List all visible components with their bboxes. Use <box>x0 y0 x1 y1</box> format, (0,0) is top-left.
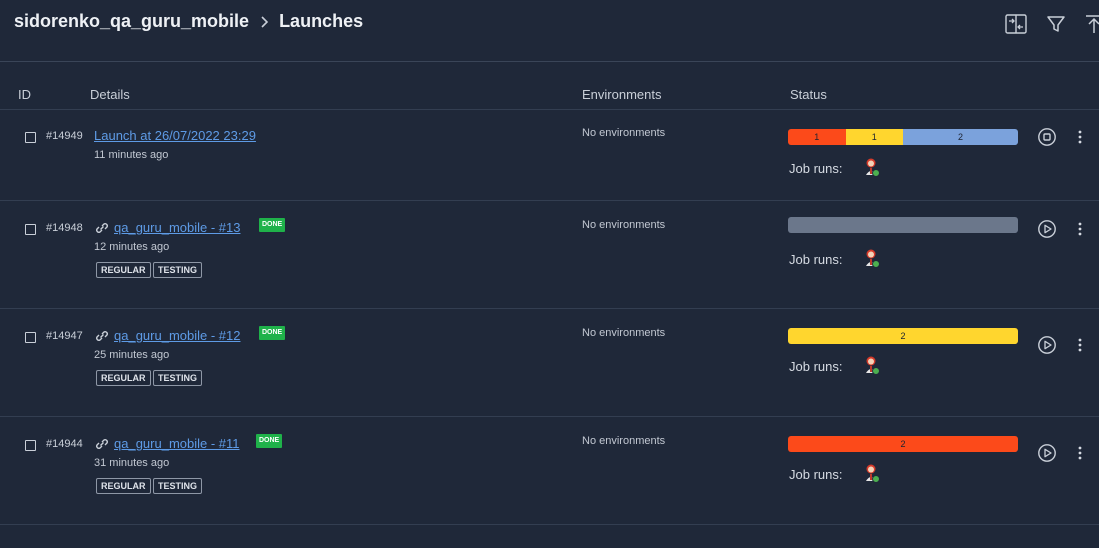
job-runs-label: Job runs: <box>789 359 843 374</box>
status-bar-segment: 2 <box>788 328 1018 344</box>
column-header-status[interactable]: Status <box>790 87 827 102</box>
launch-id: #14947 <box>46 330 83 342</box>
status-bar-segment: 2 <box>903 129 1018 145</box>
launch-name-link[interactable]: Launch at 26/07/2022 23:29 <box>94 128 256 143</box>
launch-tag[interactable]: TESTING <box>153 262 203 278</box>
row-checkbox[interactable] <box>25 224 36 235</box>
top-bar: sidorenko_qa_guru_mobile Launches <box>0 0 1099 62</box>
table-header: ID Details Environments Status <box>0 78 1099 110</box>
status-badge-done: DONE <box>259 218 286 232</box>
stop-button[interactable] <box>1037 127 1057 147</box>
launch-id: #14949 <box>46 130 83 142</box>
status-badge-done: DONE <box>259 326 286 340</box>
link-icon <box>96 331 108 341</box>
status-bar[interactable]: 2 <box>788 436 1018 452</box>
launch-row: #14944 qa_guru_mobile - #11 DONE 31 minutes… <box>0 417 1099 525</box>
launch-row: #14948 qa_guru_mobile - #13 DONE 12 minutes… <box>0 201 1099 309</box>
job-run-avatar-icon[interactable] <box>862 156 882 178</box>
breadcrumb-project[interactable]: sidorenko_qa_guru_mobile <box>14 11 249 32</box>
launch-time-ago: 11 minutes ago <box>94 149 169 161</box>
launch-tag[interactable]: REGULAR <box>96 370 151 386</box>
status-badge-done: DONE <box>256 434 283 448</box>
job-runs-label: Job runs: <box>789 161 843 176</box>
launch-time-ago: 31 minutes ago <box>94 457 170 469</box>
rerun-button[interactable] <box>1037 219 1057 239</box>
breadcrumb: sidorenko_qa_guru_mobile Launches <box>14 11 363 32</box>
environments-value: No environments <box>582 127 666 139</box>
status-bar-segment: 1 <box>845 129 903 145</box>
launch-tag[interactable]: TESTING <box>153 370 203 386</box>
launch-id: #14944 <box>46 438 83 450</box>
status-bar-segment: 1 <box>788 129 846 145</box>
more-options-icon[interactable] <box>1077 221 1083 237</box>
status-bar[interactable] <box>788 217 1018 233</box>
more-options-icon[interactable] <box>1077 337 1083 353</box>
job-runs-label: Job runs: <box>789 252 843 267</box>
environments-value: No environments <box>582 219 666 231</box>
launch-tag[interactable]: REGULAR <box>96 478 151 494</box>
row-checkbox[interactable] <box>25 332 36 343</box>
launch-time-ago: 12 minutes ago <box>94 241 170 253</box>
launch-id: #14948 <box>46 222 83 234</box>
link-icon <box>96 439 108 449</box>
launch-row: #14949 Launch at 26/07/2022 23:29 11 minut… <box>0 110 1099 201</box>
more-options-icon[interactable] <box>1077 129 1083 145</box>
chevron-right-icon <box>261 15 269 28</box>
launch-time-ago: 25 minutes ago <box>94 349 170 361</box>
status-bar[interactable]: 2 <box>788 328 1018 344</box>
launch-tag[interactable]: REGULAR <box>96 262 151 278</box>
link-icon <box>96 223 108 233</box>
column-header-environments[interactable]: Environments <box>582 87 661 102</box>
status-bar-segment <box>788 217 1018 233</box>
row-checkbox[interactable] <box>25 132 36 143</box>
environments-value: No environments <box>582 327 666 339</box>
more-options-icon[interactable] <box>1077 445 1083 461</box>
job-run-avatar-icon[interactable] <box>862 354 882 376</box>
environments-value: No environments <box>582 435 666 447</box>
row-checkbox[interactable] <box>25 440 36 451</box>
launch-name-link[interactable]: qa_guru_mobile - #12 <box>114 328 240 343</box>
job-runs-label: Job runs: <box>789 467 843 482</box>
rerun-button[interactable] <box>1037 335 1057 355</box>
upload-icon[interactable] <box>1082 12 1099 36</box>
rerun-button[interactable] <box>1037 443 1057 463</box>
job-run-avatar-icon[interactable] <box>862 247 882 269</box>
page-title: Launches <box>279 11 364 31</box>
column-header-details[interactable]: Details <box>90 87 130 102</box>
launch-tag[interactable]: TESTING <box>153 478 203 494</box>
filter-icon[interactable] <box>1044 12 1068 36</box>
launch-row: #14947 qa_guru_mobile - #12 DONE 25 minutes… <box>0 309 1099 417</box>
status-bar[interactable]: 112 <box>788 129 1018 145</box>
launch-name-link[interactable]: qa_guru_mobile - #13 <box>114 220 240 235</box>
status-bar-segment: 2 <box>788 436 1018 452</box>
job-run-avatar-icon[interactable] <box>862 462 882 484</box>
launch-name-link[interactable]: qa_guru_mobile - #11 <box>114 436 240 451</box>
compare-icon[interactable] <box>1004 12 1028 36</box>
column-header-id[interactable]: ID <box>18 87 31 102</box>
